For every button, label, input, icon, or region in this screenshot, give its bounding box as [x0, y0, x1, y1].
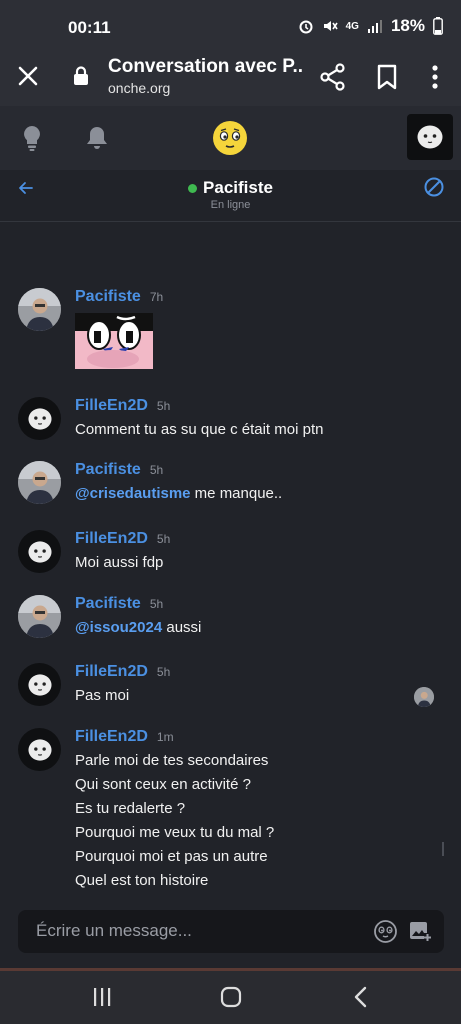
- block-icon[interactable]: [423, 176, 445, 198]
- author-name[interactable]: Pacifiste: [75, 595, 141, 613]
- app-navbar: [0, 106, 461, 170]
- message-line: Pourquoi moi et pas un autre: [75, 848, 268, 865]
- bookmark-icon[interactable]: [373, 62, 401, 92]
- chat-partner-status: En ligne: [210, 199, 251, 211]
- onche-face-icon: [27, 673, 52, 696]
- onche-face-icon: [27, 407, 52, 430]
- mute-icon: [323, 21, 338, 31]
- status-time: 00:11: [68, 18, 111, 37]
- message-input[interactable]: [36, 919, 356, 943]
- message-time: 5h: [156, 665, 171, 679]
- message-text: Comment tu as su que c était moi ptn: [75, 421, 324, 438]
- author-name[interactable]: Pacifiste: [75, 461, 141, 479]
- close-icon[interactable]: [14, 62, 42, 90]
- message-text: Pas moi: [75, 687, 130, 704]
- user-avatar-button[interactable]: [407, 114, 453, 160]
- message-time: 5h: [149, 597, 164, 611]
- onche-face-icon: [417, 125, 443, 149]
- recent-apps-icon[interactable]: [91, 987, 113, 1007]
- alarm-icon: [299, 20, 313, 34]
- author-name[interactable]: FilleEn2D: [75, 728, 148, 746]
- read-receipt-avatar: [414, 687, 434, 707]
- message-header: Pacifiste 5h: [75, 461, 163, 479]
- bell-icon[interactable]: [84, 124, 110, 152]
- message-header: FilleEn2D 5h: [75, 663, 170, 681]
- message-time: 1m: [156, 730, 174, 744]
- avatar[interactable]: [18, 397, 61, 440]
- status-bar: 00:11 4G 18%: [0, 0, 461, 48]
- page-url[interactable]: onche.org: [108, 80, 170, 96]
- message-header: Pacifiste 5h: [75, 595, 163, 613]
- message-line: Es tu redalerte ?: [75, 800, 186, 817]
- message-list[interactable]: Pacifiste 7h FilleEn2D 5h Comment tu as …: [0, 222, 461, 910]
- more-icon[interactable]: [424, 62, 446, 92]
- message-time: 5h: [156, 399, 171, 413]
- avatar[interactable]: [18, 595, 61, 638]
- message-line: Parle moi de tes secondaires: [75, 752, 269, 769]
- message-composer: [18, 910, 444, 953]
- message-header: FilleEn2D 1m: [75, 728, 174, 746]
- battery-percent: 18%: [390, 16, 425, 35]
- avatar[interactable]: [18, 461, 61, 504]
- message-header: FilleEn2D 5h: [75, 530, 170, 548]
- message-text: Moi aussi fdp: [75, 554, 164, 571]
- user-mention[interactable]: @crisedautisme: [75, 485, 191, 502]
- lock-icon[interactable]: [72, 66, 90, 86]
- network-type: 4G: [345, 20, 359, 32]
- onche-face-icon: [27, 738, 52, 761]
- message-text: @crisedautisme me manque..: [75, 482, 282, 506]
- avatar[interactable]: [18, 728, 61, 771]
- author-name[interactable]: Pacifiste: [75, 288, 141, 306]
- system-navbar: [0, 971, 461, 1024]
- emoji-icon[interactable]: [373, 919, 398, 944]
- scrollbar-thumb[interactable]: [442, 842, 444, 856]
- message-time: 5h: [149, 463, 164, 477]
- browser-toolbar: Conversation avec P... onche.org: [0, 48, 461, 106]
- person-photo-icon: [414, 687, 434, 707]
- back-icon[interactable]: [352, 986, 370, 1008]
- message-text-rest: aussi: [162, 619, 202, 636]
- sticker-image[interactable]: [75, 313, 153, 369]
- signal-icon: [367, 20, 382, 33]
- person-photo-icon: [18, 288, 61, 331]
- page-title[interactable]: Conversation avec P...: [108, 56, 303, 78]
- onche-logo-icon[interactable]: [212, 120, 248, 156]
- person-photo-icon: [18, 461, 61, 504]
- author-name[interactable]: FilleEn2D: [75, 397, 148, 415]
- message-header: FilleEn2D 5h: [75, 397, 170, 415]
- person-photo-icon: [18, 595, 61, 638]
- message-time: 5h: [156, 532, 171, 546]
- author-name[interactable]: FilleEn2D: [75, 530, 148, 548]
- message-line: Qui sont ceux en activité ?: [75, 776, 251, 793]
- message-header: Pacifiste 7h: [75, 288, 163, 306]
- avatar[interactable]: [18, 530, 61, 573]
- message-line: Quel est ton histoire: [75, 872, 209, 889]
- bulb-icon[interactable]: [20, 124, 44, 152]
- author-name[interactable]: FilleEn2D: [75, 663, 148, 681]
- chat-partner-name[interactable]: Pacifiste: [203, 178, 273, 198]
- message-time: 7h: [149, 290, 164, 304]
- online-indicator: [188, 183, 198, 193]
- status-indicators: 4G 18%: [298, 16, 443, 36]
- chat-partner: Pacifiste: [0, 178, 461, 198]
- message-text: @issou2024 aussi: [75, 616, 201, 640]
- image-add-icon[interactable]: [409, 919, 431, 943]
- onche-face-icon: [27, 540, 52, 563]
- user-mention[interactable]: @issou2024: [75, 619, 162, 636]
- battery-icon: [433, 17, 443, 35]
- avatar[interactable]: [18, 288, 61, 331]
- message-text: Parle moi de tes secondaires Qui sont ce…: [75, 749, 274, 893]
- share-icon[interactable]: [318, 62, 348, 92]
- avatar[interactable]: [18, 663, 61, 706]
- message-text-rest: me manque..: [190, 485, 283, 502]
- home-icon[interactable]: [220, 986, 242, 1008]
- message-line: Pourquoi me veux tu du mal ?: [75, 824, 275, 841]
- chat-header: Pacifiste En ligne: [0, 170, 461, 222]
